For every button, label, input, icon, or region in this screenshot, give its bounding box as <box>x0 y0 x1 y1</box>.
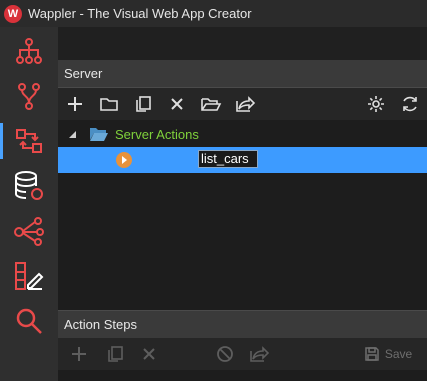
add-button[interactable] <box>58 88 92 120</box>
sidebar-item-database[interactable] <box>0 164 58 208</box>
sidebar-item-server-connect[interactable] <box>0 119 58 163</box>
server-panel-title: Server <box>64 66 103 81</box>
new-folder-button[interactable] <box>92 88 126 120</box>
database-icon <box>15 171 43 200</box>
action-steps-header: Action Steps <box>58 310 427 338</box>
sidebar-item-share[interactable] <box>0 209 58 253</box>
add-icon <box>68 97 82 111</box>
open-folder-button[interactable] <box>194 88 228 120</box>
search-icon <box>16 308 42 334</box>
delete-step-button[interactable] <box>134 338 164 370</box>
add-step-button[interactable] <box>64 338 94 370</box>
export-step-button[interactable] <box>244 338 274 370</box>
tree-root-server-actions[interactable]: Server Actions <box>58 121 427 147</box>
title-bar: W Wappler - The Visual Web App Creator <box>0 0 427 27</box>
tree-root-label: Server Actions <box>115 126 199 142</box>
design-tools-icon <box>15 262 44 290</box>
copy-icon <box>136 96 151 112</box>
refresh-icon <box>403 96 417 112</box>
tree-structure-icon <box>16 38 42 64</box>
export-icon <box>250 346 269 362</box>
settings-icon <box>368 96 384 112</box>
server-actions-tree: Server Actions <box>58 120 427 310</box>
action-steps-title: Action Steps <box>64 317 137 332</box>
sidebar <box>0 27 58 381</box>
save-button[interactable]: Save <box>360 338 416 370</box>
folder-icon <box>100 98 118 111</box>
expand-triangle-icon[interactable] <box>67 129 77 139</box>
save-icon <box>365 347 379 361</box>
disable-step-button[interactable] <box>210 338 240 370</box>
sidebar-item-search[interactable] <box>0 299 58 343</box>
git-branch-icon <box>18 83 40 110</box>
server-toolbar <box>58 88 427 120</box>
sidebar-item-tree[interactable] <box>0 29 58 73</box>
save-label: Save <box>384 347 413 361</box>
refresh-button[interactable] <box>393 88 427 120</box>
delete-icon <box>171 98 183 110</box>
export-button[interactable] <box>228 88 262 120</box>
rename-input[interactable] <box>198 150 258 168</box>
add-icon <box>72 347 86 361</box>
open-folder-icon <box>201 98 222 111</box>
bottom-area <box>58 370 427 381</box>
disable-icon <box>217 346 233 362</box>
server-connect-icon <box>16 129 42 153</box>
action-steps-toolbar: Save <box>58 338 427 370</box>
server-panel-header: Server <box>58 60 427 88</box>
sidebar-item-git[interactable] <box>0 74 58 118</box>
app-logo-icon: W <box>4 4 22 23</box>
tree-item-list-cars[interactable] <box>58 147 427 173</box>
copy-step-button[interactable] <box>100 338 130 370</box>
copy-button[interactable] <box>126 88 160 120</box>
export-icon <box>236 96 255 112</box>
server-action-icon <box>116 152 132 168</box>
settings-button[interactable] <box>359 88 393 120</box>
delete-icon <box>143 348 155 360</box>
top-area <box>58 27 427 60</box>
open-folder-icon <box>90 128 108 141</box>
copy-icon <box>108 346 123 362</box>
window-title: Wappler - The Visual Web App Creator <box>28 6 252 21</box>
delete-button[interactable] <box>160 88 194 120</box>
sidebar-item-design[interactable] <box>0 254 58 298</box>
share-nodes-icon <box>14 217 44 246</box>
